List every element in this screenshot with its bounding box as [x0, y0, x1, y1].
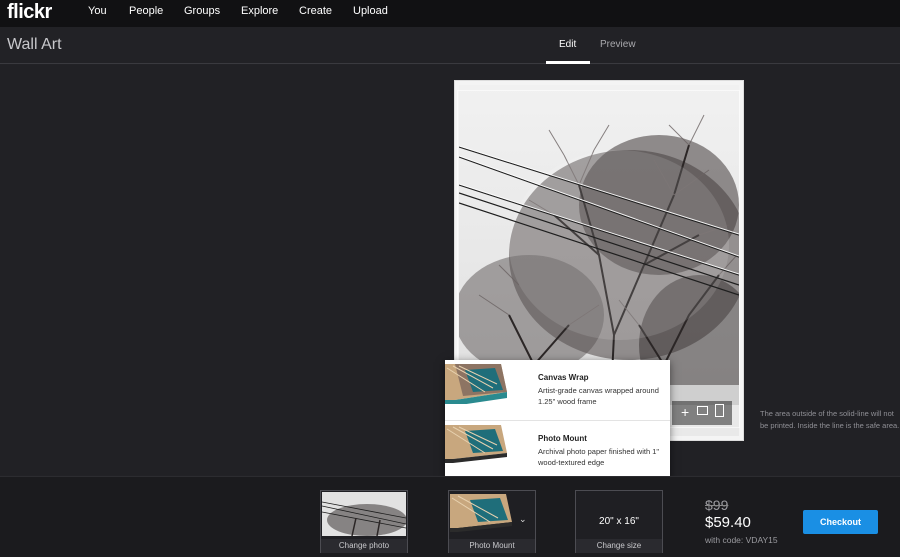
change-photo-label: Change photo	[321, 539, 407, 553]
checkout-button[interactable]: Checkout	[803, 510, 878, 534]
nav-item-you[interactable]: You	[88, 5, 107, 17]
option-photo-mount-title: Photo Mount	[538, 434, 587, 443]
nav-item-groups[interactable]: Groups	[184, 5, 220, 17]
landscape-icon[interactable]	[697, 406, 708, 415]
option-canvas-wrap-desc: Artist-grade canvas wrapped around 1.25"…	[538, 386, 659, 406]
top-nav-bar: flickr You People Groups Explore Create …	[0, 0, 900, 27]
promo-code-text: with code: VDAY15	[705, 535, 778, 545]
product-type-popover: Canvas Wrap Artist-grade canvas wrapped …	[445, 360, 670, 487]
page-title: Wall Art	[7, 36, 62, 53]
chevron-down-icon[interactable]: ⌄	[519, 514, 527, 525]
active-tab-indicator	[546, 61, 590, 64]
tab-preview[interactable]: Preview	[600, 39, 636, 50]
change-photo-card[interactable]: Change photo	[320, 490, 408, 553]
product-type-label: Photo Mount	[449, 539, 535, 553]
flickr-logo[interactable]: flickr	[7, 1, 52, 24]
product-type-card[interactable]: ⌄ Photo Mount	[448, 490, 536, 553]
canvas-wrap-thumb	[445, 364, 507, 404]
photo-tools: +	[672, 401, 732, 425]
discounted-price: $59.40	[705, 514, 751, 531]
change-size-card[interactable]: 20" x 16" Change size	[575, 490, 663, 553]
current-photo-thumb	[322, 492, 406, 536]
nav-item-upload[interactable]: Upload	[353, 5, 388, 17]
option-canvas-wrap-title: Canvas Wrap	[538, 373, 589, 382]
nav-item-create[interactable]: Create	[299, 5, 332, 17]
tab-edit[interactable]: Edit	[559, 39, 576, 50]
option-canvas-wrap[interactable]: Canvas Wrap Artist-grade canvas wrapped …	[445, 360, 670, 420]
page-header: Wall Art Edit Preview	[0, 27, 900, 64]
option-photo-mount[interactable]: Photo Mount Archival photo paper finishe…	[445, 420, 670, 480]
portrait-icon[interactable]	[715, 404, 724, 417]
photo-mount-thumb	[445, 425, 507, 463]
plus-icon[interactable]: +	[681, 404, 689, 420]
safe-area-hint: The area outside of the solid-line will …	[760, 409, 900, 430]
original-price: $99	[705, 497, 729, 513]
nav-item-people[interactable]: People	[129, 5, 163, 17]
option-photo-mount-desc: Archival photo paper finished with 1" wo…	[538, 447, 660, 467]
nav-item-explore[interactable]: Explore	[241, 5, 278, 17]
change-size-label: Change size	[576, 539, 662, 553]
size-value: 20" x 16"	[599, 516, 639, 527]
